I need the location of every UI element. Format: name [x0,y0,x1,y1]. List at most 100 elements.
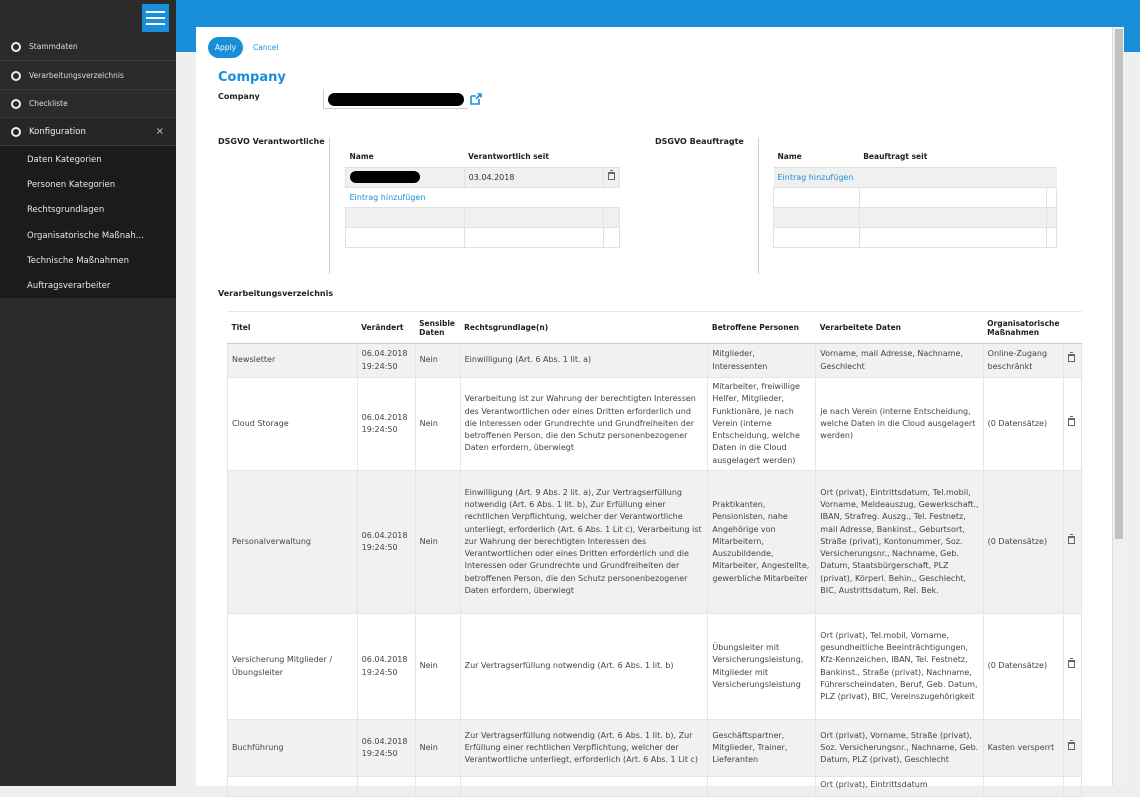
divider [329,138,330,274]
cell-delete[interactable] [1062,719,1083,777]
sidebar-item-label: Checkliste [29,99,68,108]
sidebar-item-label: Konfiguration [29,126,86,137]
cell-massnahmen: (0 Datensätze) [982,470,1064,614]
redacted-name-cell [345,166,465,188]
circle-icon [11,70,21,81]
sidebar-item-verarbeitungsverzeichnis[interactable]: Verarbeitungsverzeichnis [0,62,176,90]
cell-daten: Ort (privat), Eintrittsdatum, Tel.mobil,… [815,470,984,614]
sidebar: Stammdaten Verarbeitungsverzeichnis Chec… [0,0,176,786]
sidebar-submenu: Daten Kategorien Personen Kategorien Rec… [0,146,176,298]
verzeichnis-section-label: Verarbeitungsverzeichnis [218,289,334,298]
trash-icon[interactable] [1067,415,1075,426]
sidebar-item-label: Stammdaten [29,42,78,51]
circle-icon [11,126,21,137]
cell-veraendert: 06.04.2018 19:24:50 [356,343,416,378]
close-icon[interactable]: × [156,126,164,137]
submenu-item-technische-massnahmen[interactable]: Technische Maßnahmen [27,256,129,266]
cell-massnahmen: (0 Datensätze) [982,377,1064,471]
delete-cell[interactable] [602,166,621,188]
submenu-item-personen-kategorien[interactable]: Personen Kategorien [27,180,115,190]
trash-icon[interactable] [1067,739,1075,750]
cell-veraendert: 06.04.2018 19:24:50 [356,613,416,720]
table-row[interactable]: Versicherung Mitglieder / Übungsleiter 0… [227,613,1083,720]
cell-daten: je nach Verein (interne Entscheidung, we… [815,377,984,471]
cell-delete[interactable] [1062,377,1083,471]
cell-daten: Ort (privat), Eintrittsdatum [815,776,984,797]
column-header-actions [1046,147,1057,168]
column-header-veraendert[interactable]: Verändert [357,311,416,344]
column-header-organisatorische-massnahmen[interactable]: Organisatorische Maßnahmen [983,311,1064,344]
cell-daten: Ort (privat), Vorname, Straße (privat), … [815,719,984,777]
external-link-icon[interactable] [469,92,483,106]
add-entry-link[interactable]: Eintrag hinzufügen [773,167,1057,187]
verantwortliche-section-label: DSGVO Verantwortliche [218,137,325,146]
cell-delete[interactable] [1062,343,1083,378]
empty-row [773,206,1058,228]
redacted-company-name [328,93,464,106]
trash-icon[interactable] [1067,352,1075,363]
empty-row [345,226,621,248]
cell-sensible: Nein [414,613,461,720]
cell-veraendert: 06.04.2018 19:24:50 [356,470,416,614]
cell-sensible: Nein [414,719,461,777]
column-header-titel[interactable]: Titel [227,311,358,344]
cell-personen: Mitarbeiter, freiwillige Helfer, Mitglie… [707,377,817,471]
column-header-rechtsgrundlagen[interactable]: Rechtsgrundlage(n) [460,311,708,344]
vertical-scrollbar[interactable] [1112,27,1124,786]
menu-toggle-button[interactable] [142,4,169,32]
table-row[interactable]: 03.04.2018 [345,166,621,188]
sidebar-item-label: Verarbeitungsverzeichnis [29,71,124,80]
cell-sensible: Nein [414,343,461,378]
cell-sensible: Nein [414,470,461,614]
trash-icon[interactable] [1067,658,1075,669]
circle-icon [11,41,21,52]
cell-titel: Buchführung [227,719,358,777]
trash-icon[interactable] [1067,533,1075,544]
cell-rechtsgrundlage: Einwilligung (Art. 9 Abs. 2 lit. a), Zur… [459,470,709,614]
cell-titel: Cloud Storage [227,377,358,471]
cancel-button[interactable]: Cancel [253,43,278,52]
divider [758,138,759,274]
cell-rechtsgrundlage: Verarbeitung ist zur Wahrung der berecht… [459,377,709,471]
submenu-item-daten-kategorien[interactable]: Daten Kategorien [27,155,102,165]
cell-delete[interactable] [1062,470,1083,614]
cell-veraendert: 06.04.2018 19:24:50 [356,377,416,471]
sidebar-item-konfiguration[interactable]: Konfiguration × [0,118,176,146]
cell-delete[interactable] [1062,613,1083,720]
column-header-sensible-daten[interactable]: Sensible Daten [415,311,461,344]
cell-titel: Versicherung Mitglieder / Übungsleiter [227,613,358,720]
sidebar-item-checkliste[interactable]: Checkliste [0,90,176,118]
empty-row [773,186,1058,208]
trash-icon[interactable] [607,170,615,180]
column-header-verarbeitete-daten[interactable]: Verarbeitete Daten [815,311,984,344]
table-row[interactable]: Cloud Storage 06.04.2018 19:24:50 Nein V… [227,377,1083,471]
hamburger-icon-bar [146,17,165,19]
cell-personen: Mitglieder, Interessenten [707,343,817,378]
column-header-betroffene-personen[interactable]: Betroffene Personen [707,311,816,344]
apply-button[interactable]: Apply [208,37,243,58]
sidebar-item-stammdaten[interactable]: Stammdaten [0,33,176,61]
column-header-name: Name [345,147,465,168]
hamburger-icon-bar [146,23,165,25]
circle-icon [11,98,21,109]
cell-rechtsgrundlage: Zur Vertragserfüllung notwendig (Art. 6 … [459,719,709,777]
table-row[interactable]: Ort (privat), Eintrittsdatum [227,776,1083,797]
scrollbar-thumb[interactable] [1115,29,1123,539]
column-header-actions [603,147,620,168]
beauftragte-table: Name Beauftragt seit Eintrag hinzufügen [773,147,1058,248]
submenu-item-organisatorische-massnahmen[interactable]: Organisatorische Maßnah... [27,231,144,241]
add-entry-link[interactable]: Eintrag hinzufügen [346,187,620,207]
table-row[interactable]: Newsletter 06.04.2018 19:24:50 Nein Einw… [227,343,1083,378]
cell-massnahmen: Kasten versperrt [982,719,1064,777]
column-header-since: Verantwortlich seit [464,147,604,168]
beauftragte-section-label: DSGVO Beauftragte [655,137,744,146]
submenu-item-auftragsverarbeiter[interactable]: Auftragsverarbeiter [27,281,110,291]
cell-daten: Ort (privat), Tel.mobil, Vorname, gesund… [815,613,984,720]
company-heading: Company [218,70,286,85]
submenu-item-rechtsgrundlagen[interactable]: Rechtsgrundlagen [27,205,104,215]
table-row[interactable]: Buchführung 06.04.2018 19:24:50 Nein Zur… [227,719,1083,777]
redacted-name [350,171,420,183]
cell-personen: Praktikanten, Pensionisten, nahe Angehör… [707,470,817,614]
table-row[interactable]: Personalverwaltung 06.04.2018 19:24:50 N… [227,470,1083,614]
cell-daten: Vorname, mail Adresse, Nachname, Geschle… [815,343,984,378]
